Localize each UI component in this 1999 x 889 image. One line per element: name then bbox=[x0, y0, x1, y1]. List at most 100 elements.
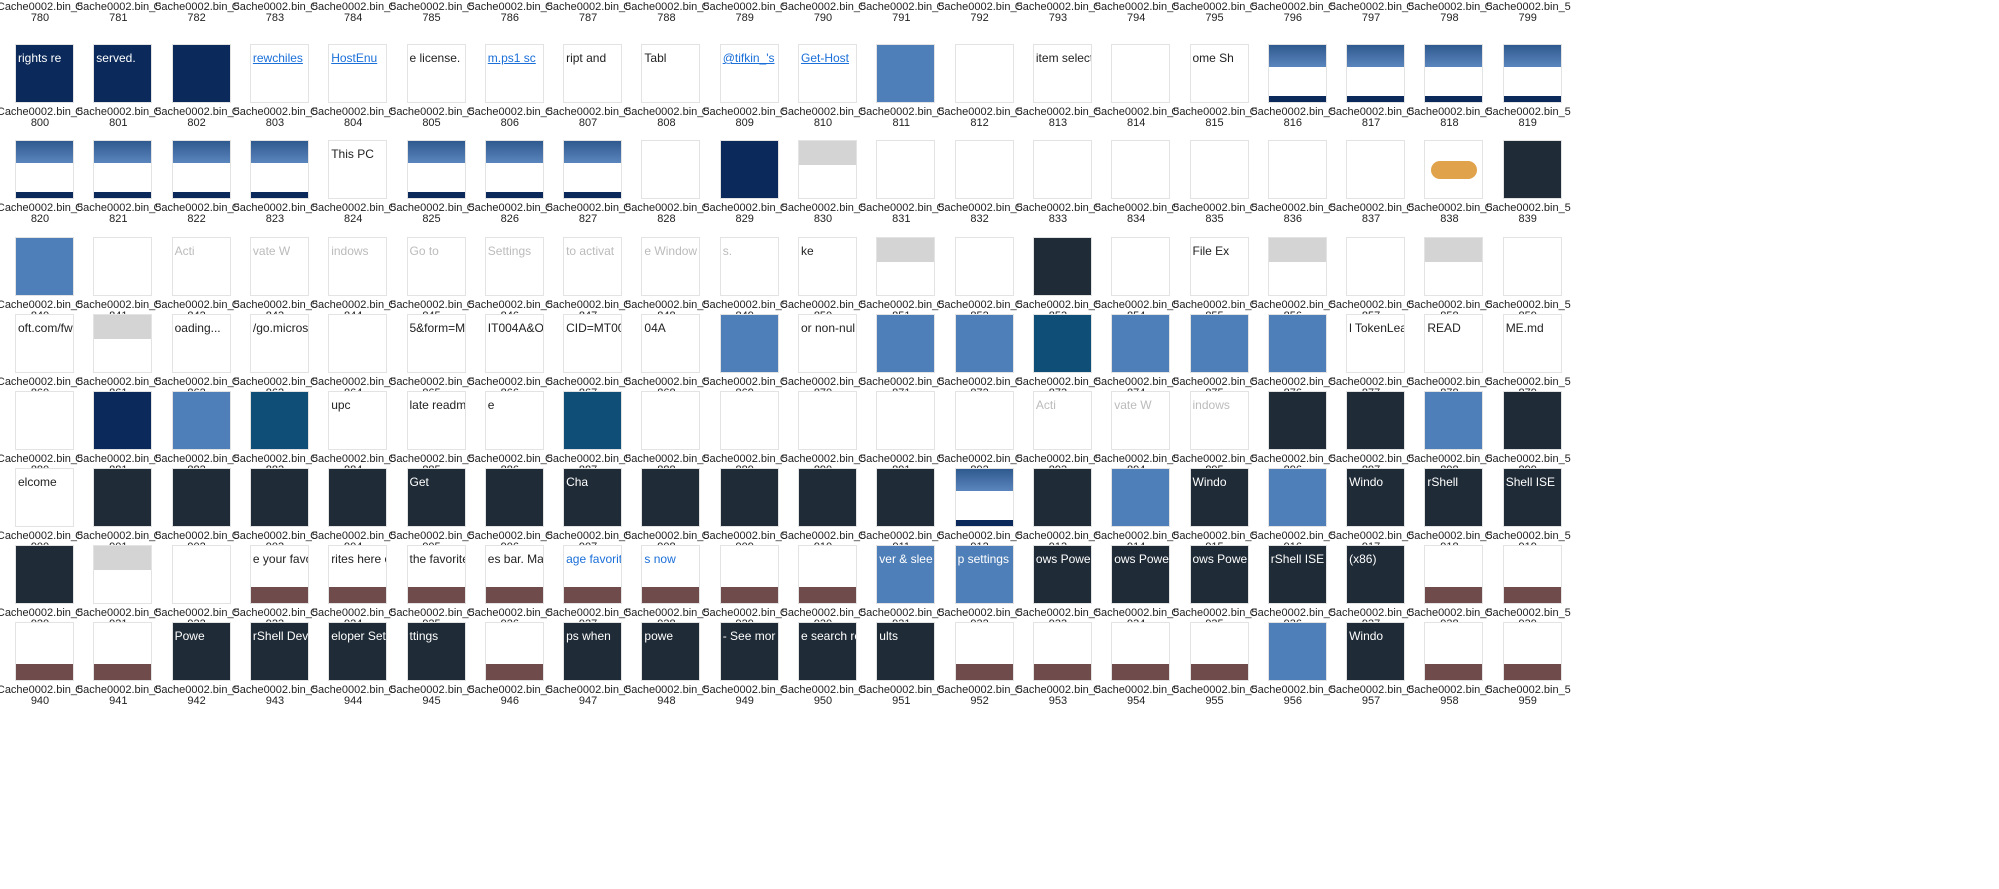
thumb-text: rewchiles bbox=[252, 51, 303, 65]
thumb-text: rShell Dev bbox=[252, 629, 309, 643]
thumb-bottom-band bbox=[407, 587, 465, 603]
file-thumbnail bbox=[1502, 237, 1562, 296]
file-number: 819 bbox=[1518, 117, 1537, 129]
file-thumbnail: ttings bbox=[406, 622, 466, 681]
file-thumbnail: rights re bbox=[15, 44, 74, 103]
file-thumbnail: CID=MT00 bbox=[563, 314, 623, 373]
file-thumbnail bbox=[1032, 314, 1092, 373]
file-thumbnail bbox=[954, 391, 1014, 450]
thumb-text: e bbox=[487, 398, 495, 412]
thumb-text: served. bbox=[96, 51, 136, 65]
file-thumbnail: Cha bbox=[563, 468, 623, 527]
thumb-text: age favorite bbox=[566, 552, 623, 566]
file-thumbnail bbox=[876, 44, 936, 103]
file-thumbnail: powe bbox=[641, 622, 701, 681]
file-thumbnail: ows Powe bbox=[1032, 545, 1092, 604]
thumb-text: This PC bbox=[331, 147, 374, 161]
file-thumbnail bbox=[328, 314, 388, 373]
thumb-toolbar-band bbox=[1425, 238, 1483, 262]
file-thumbnail: Windo bbox=[1346, 468, 1406, 527]
file-thumbnail bbox=[1424, 622, 1484, 681]
file-thumbnail: p settings bbox=[954, 545, 1014, 604]
file-thumbnail: @tifkin_'s bbox=[719, 44, 779, 103]
thumb-text: ome Sh bbox=[1192, 51, 1234, 65]
thumb-text: rites here or bbox=[331, 552, 386, 566]
file-thumbnail: READ bbox=[1424, 314, 1484, 373]
file-thumbnail bbox=[93, 468, 153, 527]
thumb-text: READ bbox=[1427, 321, 1461, 335]
thumb-text: elcome bbox=[18, 475, 57, 489]
file-thumbnail: rewchiles bbox=[249, 44, 309, 103]
file-thumbnail bbox=[876, 237, 936, 296]
file-thumbnail: (x86) bbox=[1346, 545, 1406, 604]
file-thumbnail bbox=[1502, 391, 1562, 450]
file-thumbnail: ults bbox=[876, 622, 936, 681]
file-thumbnail bbox=[1111, 140, 1171, 199]
file-thumbnail bbox=[15, 545, 74, 604]
file-thumbnail bbox=[1267, 468, 1327, 527]
file-thumbnail bbox=[1424, 44, 1484, 103]
thumb-text: CID=MT00 bbox=[566, 321, 623, 335]
thumb-bottom-band bbox=[720, 587, 778, 603]
thumb-text: p settings bbox=[957, 552, 1009, 566]
thumb-sky-band bbox=[94, 141, 152, 163]
thumb-text: ttings bbox=[409, 629, 439, 643]
thumb-text: ows Powe bbox=[1114, 552, 1169, 566]
file-thumbnail: eloper Set bbox=[328, 622, 388, 681]
file-thumbnail bbox=[484, 468, 544, 527]
thumb-sky-band bbox=[564, 141, 622, 163]
file-thumbnail: oading... bbox=[171, 314, 231, 373]
thumb-text: vate W bbox=[252, 244, 291, 258]
file-thumbnail bbox=[876, 468, 936, 527]
thumb-bottom-band bbox=[799, 587, 856, 603]
file-thumbnail bbox=[171, 468, 231, 527]
thumb-bottom-band bbox=[955, 664, 1013, 680]
file-thumbnail: ME.md bbox=[1502, 314, 1562, 373]
file-thumbnail bbox=[249, 140, 309, 199]
file-thumbnail bbox=[798, 391, 857, 450]
file-thumbnail bbox=[249, 468, 309, 527]
file-thumbnail: 5&form=M bbox=[406, 314, 466, 373]
file-thumbnail: l TokenLea bbox=[1346, 314, 1406, 373]
thumb-sky-band bbox=[1347, 45, 1405, 67]
thumb-text: es bar. Man bbox=[487, 552, 544, 566]
file-thumbnail bbox=[93, 391, 153, 450]
file-thumbnail bbox=[876, 314, 936, 373]
thumb-text: ript and bbox=[566, 51, 607, 65]
file-thumbnail: Go to bbox=[406, 237, 466, 296]
file-thumbnail bbox=[798, 468, 857, 527]
file-thumbnail bbox=[1111, 237, 1171, 296]
file-thumbnail bbox=[719, 391, 779, 450]
file-thumbnail bbox=[1267, 237, 1327, 296]
thumb-taskbar-band bbox=[16, 192, 73, 198]
file-thumbnail bbox=[1111, 468, 1171, 527]
thumb-text: Windo bbox=[1349, 629, 1384, 643]
file-thumbnail bbox=[1346, 391, 1406, 450]
file-thumbnail bbox=[719, 314, 779, 373]
thumb-taskbar-band bbox=[172, 192, 230, 198]
file-thumbnail bbox=[93, 622, 153, 681]
thumb-text: eloper Set bbox=[331, 629, 386, 643]
thumb-taskbar-band bbox=[407, 192, 465, 198]
file-thumbnail bbox=[1032, 237, 1092, 296]
thumb-bottom-band bbox=[329, 587, 387, 603]
thumb-text: ps when bbox=[566, 629, 611, 643]
thumb-bottom-band bbox=[1033, 664, 1091, 680]
file-thumbnail: ps when bbox=[563, 622, 623, 681]
file-thumbnail: Tabl bbox=[641, 44, 701, 103]
file-thumbnail: the favorite bbox=[406, 545, 466, 604]
file-thumbnail: Powe bbox=[171, 622, 231, 681]
file-thumbnail bbox=[1032, 140, 1092, 199]
file-thumbnail bbox=[954, 237, 1014, 296]
file-thumbnail: age favorite bbox=[563, 545, 623, 604]
thumb-taskbar-band bbox=[485, 192, 543, 198]
file-thumbnail: rShell Dev bbox=[249, 622, 309, 681]
file-thumbnail bbox=[719, 140, 779, 199]
file-thumbnail: Shell ISE bbox=[1502, 468, 1562, 527]
thumb-bottom-band bbox=[564, 587, 622, 603]
file-thumbnail: vate W bbox=[1111, 391, 1171, 450]
thumb-text: Settings bbox=[487, 244, 532, 258]
file-thumbnail bbox=[171, 545, 231, 604]
thumb-taskbar-band bbox=[1268, 96, 1326, 102]
thumb-text: oft.com/fw bbox=[18, 321, 73, 335]
